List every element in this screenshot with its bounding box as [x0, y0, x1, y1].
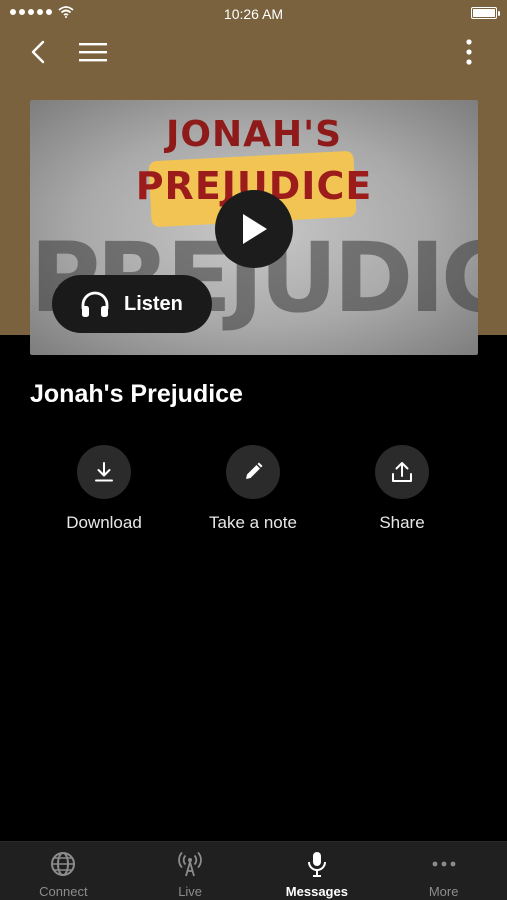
message-title: Jonah's Prejudice — [30, 380, 243, 408]
message-thumbnail[interactable]: JONAH'S PREJUDICE PREJUDICES Listen — [30, 100, 478, 355]
share-label: Share — [379, 513, 425, 532]
listen-button[interactable]: Listen — [52, 275, 212, 333]
hamburger-menu-icon — [79, 43, 107, 62]
action-row: Download Take a note Share — [0, 445, 507, 545]
bottom-tab-bar: Connect Live Messages More — [0, 841, 507, 900]
chevron-left-icon — [31, 40, 45, 64]
broadcast-icon — [176, 850, 204, 878]
pencil-icon — [246, 462, 263, 479]
globe-icon — [49, 850, 77, 878]
more-icon — [430, 850, 458, 878]
status-time: 10:26 AM — [223, 6, 284, 22]
status-bar: 10:26 AM — [0, 0, 507, 28]
share-button[interactable]: Share — [327, 445, 477, 533]
play-icon — [243, 214, 267, 244]
tab-messages-label: Messages — [285, 884, 348, 899]
tab-messages[interactable]: Messages — [254, 842, 381, 900]
share-icon — [392, 462, 412, 482]
menu-button[interactable] — [71, 28, 115, 76]
tab-connect[interactable]: Connect — [0, 842, 127, 900]
battery-icon — [471, 7, 500, 19]
microphone-icon — [303, 850, 331, 878]
more-options-button[interactable] — [447, 28, 491, 76]
take-note-button[interactable]: Take a note — [178, 445, 328, 533]
vertical-dots-icon — [466, 39, 472, 65]
download-button[interactable]: Download — [29, 445, 179, 533]
listen-label: Listen — [124, 292, 183, 315]
tab-connect-label: Connect — [39, 884, 88, 899]
back-button[interactable] — [16, 28, 60, 76]
play-button[interactable] — [215, 190, 293, 268]
download-icon — [95, 462, 113, 482]
top-nav — [0, 28, 507, 76]
download-label: Download — [66, 513, 142, 532]
share-circle — [375, 445, 429, 499]
thumbnail-title-line1: JONAH'S — [165, 114, 343, 155]
take-note-circle — [226, 445, 280, 499]
tab-more[interactable]: More — [380, 842, 507, 900]
tab-more-label: More — [428, 884, 459, 899]
headphones-icon — [81, 291, 109, 317]
tab-live-label: Live — [178, 884, 203, 899]
take-note-label: Take a note — [209, 513, 297, 532]
tab-live[interactable]: Live — [127, 842, 254, 900]
download-circle — [77, 445, 131, 499]
